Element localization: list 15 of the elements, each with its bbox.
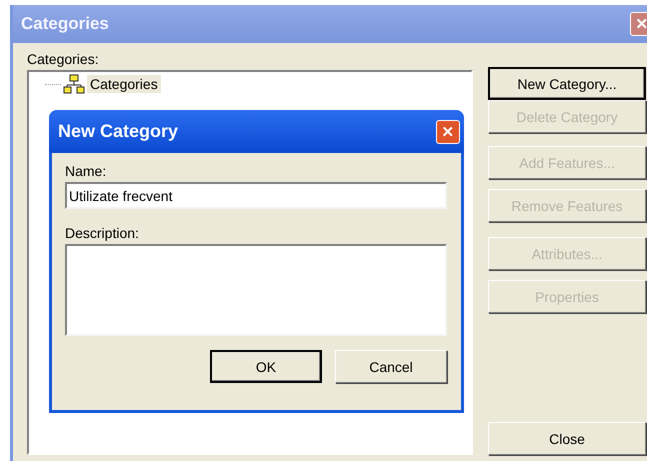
close-button[interactable]: ✕ <box>436 120 460 144</box>
close-button[interactable]: ✕ <box>630 12 647 36</box>
name-field[interactable]: Utilizate frecvent <box>65 182 447 209</box>
button[interactable]: New Category... <box>488 67 646 100</box>
tree-label: Categories: <box>27 51 100 67</box>
window-title: Categories <box>21 14 109 34</box>
button[interactable]: Close <box>488 422 646 455</box>
tree-item[interactable]: Categories <box>87 75 161 93</box>
button[interactable]: Cancel <box>335 350 447 383</box>
description-field[interactable] <box>65 244 447 336</box>
name-label: Name: <box>65 163 108 179</box>
dialog-title: New Category <box>58 121 178 142</box>
hierarchy-icon <box>63 74 85 94</box>
description-label: Description: <box>65 225 140 241</box>
button[interactable]: OK <box>210 350 322 383</box>
